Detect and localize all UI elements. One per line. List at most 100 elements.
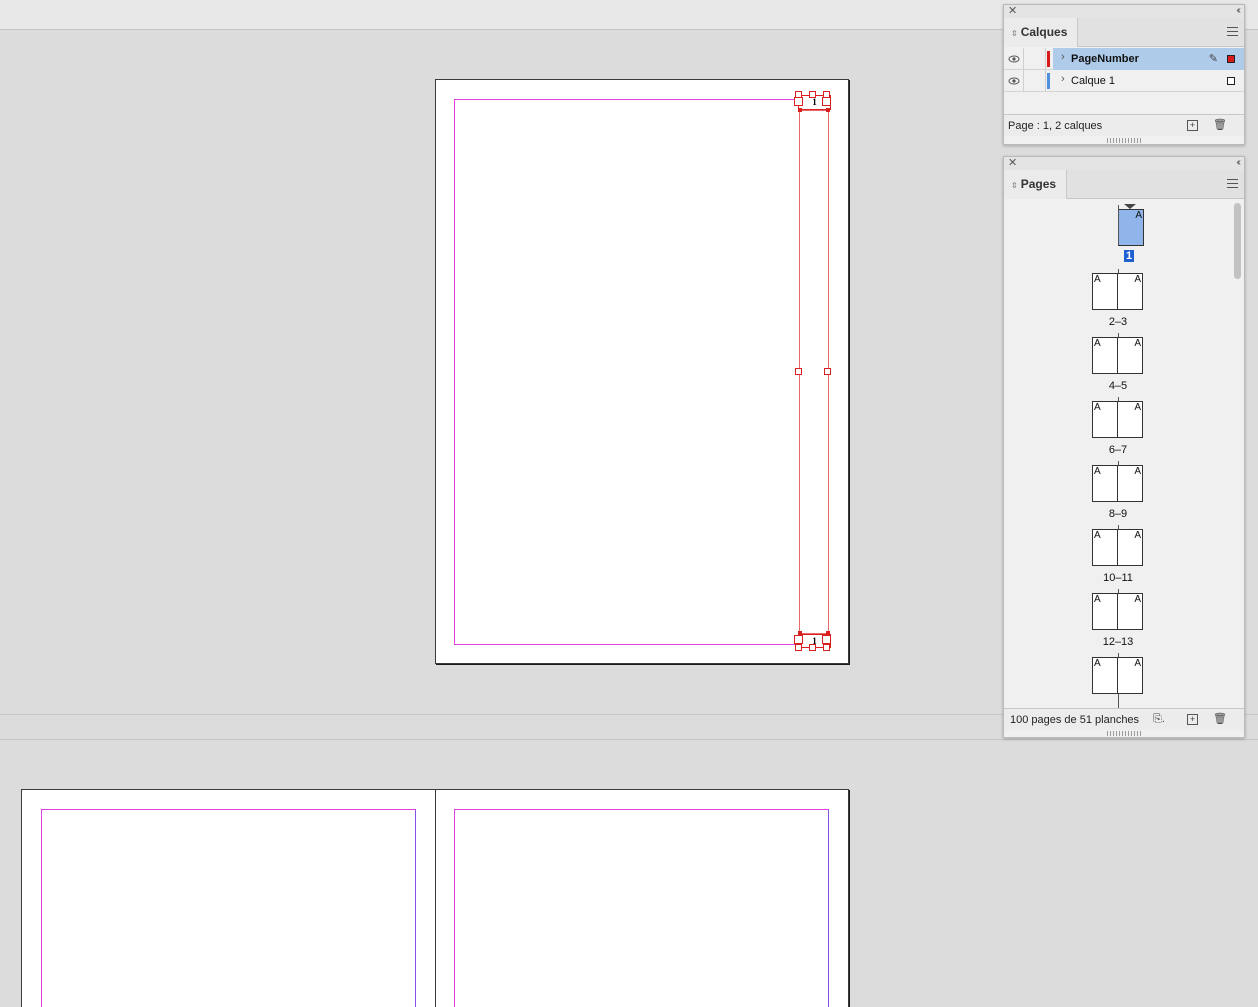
margin-guides xyxy=(454,99,829,645)
master-letter: A xyxy=(1134,274,1141,285)
tab-pages[interactable]: ⇳ Pages xyxy=(1004,170,1068,199)
master-letter: A xyxy=(1094,338,1101,349)
selection-square-icon[interactable] xyxy=(1227,77,1235,85)
page-thumbnail-1[interactable]: A xyxy=(1118,209,1144,246)
master-letter: A xyxy=(1094,594,1101,605)
page-label[interactable]: 2–3 xyxy=(1088,316,1148,328)
handle-b-mid-right[interactable] xyxy=(822,635,831,644)
spread-thumbnail-6-7[interactable]: A A xyxy=(1092,401,1143,438)
layer-row-calque1[interactable]: › Calque 1 xyxy=(1004,70,1244,92)
new-page-icon[interactable]: + xyxy=(1187,714,1198,725)
pages-list[interactable]: A 1 A A 2–3 A A 4–5 A A 6–7 A A 8–9 A A … xyxy=(1004,199,1244,708)
eye-icon[interactable] xyxy=(1004,48,1024,70)
spine xyxy=(1117,466,1118,501)
tab-calques-label: Calques xyxy=(1020,25,1068,39)
panel-menu-icon[interactable] xyxy=(1227,27,1238,37)
master-letter: A xyxy=(1135,210,1142,221)
spine xyxy=(1117,530,1118,565)
new-layer-icon[interactable]: + xyxy=(1187,120,1198,131)
resize-grip[interactable] xyxy=(1107,731,1141,736)
master-letter: A xyxy=(1094,658,1101,669)
document-page-2[interactable] xyxy=(21,789,436,1007)
layer-name: Calque 1 xyxy=(1071,75,1116,87)
spread-thumbnail-4-5[interactable]: A A xyxy=(1092,337,1143,374)
spine xyxy=(1117,274,1118,309)
handle-top-center[interactable] xyxy=(809,91,816,98)
spine xyxy=(1117,658,1118,693)
collapse-icon[interactable]: ‹‹ xyxy=(1236,157,1240,169)
master-letter: A xyxy=(1094,466,1101,477)
handle-bottom-right[interactable] xyxy=(826,108,830,112)
frame-handle-middle-right[interactable] xyxy=(824,368,831,375)
panel-titlebar: ✕ ‹‹ xyxy=(1004,157,1244,170)
panel-titlebar: ✕ ‹‹ xyxy=(1004,5,1244,18)
master-letter: A xyxy=(1134,658,1141,669)
spread-thumbnail-14-15[interactable]: A A xyxy=(1092,657,1143,694)
updown-icon: ⇳ xyxy=(1011,29,1018,38)
scroll-thumb[interactable] xyxy=(1234,203,1241,279)
frame-handle-middle-left[interactable] xyxy=(795,368,802,375)
spread-thumbnail-10-11[interactable]: A A xyxy=(1092,529,1143,566)
tab-calques[interactable]: ⇳ Calques xyxy=(1004,18,1079,47)
layer-main[interactable]: › Calque 1 xyxy=(1053,70,1244,92)
scrollbar[interactable] xyxy=(1232,201,1242,706)
page-label[interactable]: 10–11 xyxy=(1088,572,1148,584)
handle-b-bottom-center[interactable] xyxy=(809,644,816,651)
pen-icon: ✎ xyxy=(1208,53,1218,65)
panel-tab-row: ⇳ Pages xyxy=(1004,170,1244,199)
eye-icon[interactable] xyxy=(1004,70,1024,92)
edit-page-size-icon[interactable]: ⎘. xyxy=(1150,714,1168,725)
layer-color-swatch xyxy=(1047,73,1050,89)
page-label[interactable]: 6–7 xyxy=(1088,444,1148,456)
chevron-right-icon[interactable]: › xyxy=(1061,73,1065,85)
handle-b-bottom-left[interactable] xyxy=(795,644,802,651)
panel-tab-row: ⇳ Calques xyxy=(1004,18,1244,47)
spread-spine xyxy=(1118,205,1119,245)
document-page-1[interactable]: 1 1 xyxy=(435,79,849,664)
spread-thumbnail-12-13[interactable]: A A xyxy=(1092,593,1143,630)
lock-toggle[interactable] xyxy=(1024,70,1046,92)
master-letter: A xyxy=(1134,466,1141,477)
master-letter: A xyxy=(1134,530,1141,541)
layers-status-text: Page : 1, 2 calques xyxy=(1008,120,1103,132)
layers-footer: Page : 1, 2 calques + 🗑 xyxy=(1004,114,1244,136)
handle-bottom-left[interactable] xyxy=(798,108,802,112)
spread-thumbnail-2-3[interactable]: A A xyxy=(1092,273,1143,310)
trash-icon[interactable]: 🗑 xyxy=(1213,714,1227,725)
page-label[interactable]: 1 xyxy=(1099,250,1159,262)
spine xyxy=(1117,402,1118,437)
panel-menu-icon[interactable] xyxy=(1227,179,1238,189)
handle-mid-left[interactable] xyxy=(794,97,803,106)
collapse-icon[interactable]: ‹‹ xyxy=(1236,5,1240,17)
document-page-3[interactable] xyxy=(435,789,849,1007)
close-icon[interactable]: ✕ xyxy=(1008,5,1017,17)
page-label[interactable]: 8–9 xyxy=(1088,508,1148,520)
spine xyxy=(1117,338,1118,373)
selection-square-icon[interactable] xyxy=(1227,55,1235,63)
layer-name: PageNumber xyxy=(1071,53,1139,65)
master-letter: A xyxy=(1134,338,1141,349)
resize-grip[interactable] xyxy=(1107,138,1141,143)
lock-toggle[interactable] xyxy=(1024,48,1046,70)
layer-row-pagenumber[interactable]: › PageNumber ✎ xyxy=(1004,48,1244,70)
master-letter: A xyxy=(1134,594,1141,605)
page-label[interactable]: 4–5 xyxy=(1088,380,1148,392)
spread-spine xyxy=(1118,694,1119,708)
trash-icon[interactable]: 🗑 xyxy=(1213,120,1227,131)
spread-thumbnail-8-9[interactable]: A A xyxy=(1092,465,1143,502)
updown-icon: ⇳ xyxy=(1011,181,1018,190)
handle-mid-right[interactable] xyxy=(822,97,831,106)
pages-status-text: 100 pages de 51 planches xyxy=(1010,714,1140,726)
close-icon[interactable]: ✕ xyxy=(1008,157,1017,169)
master-letter: A xyxy=(1134,402,1141,413)
layer-color-swatch xyxy=(1047,51,1050,67)
master-letter: A xyxy=(1094,274,1101,285)
handle-b-bottom-right[interactable] xyxy=(823,644,830,651)
handle-b-mid-left[interactable] xyxy=(794,635,803,644)
master-letter: A xyxy=(1094,530,1101,541)
pages-panel: ✕ ‹‹ ⇳ Pages A 1 A A 2–3 A A 4–5 A A 6–7… xyxy=(1003,156,1245,738)
page-label[interactable]: 12–13 xyxy=(1088,636,1148,648)
chevron-right-icon[interactable]: › xyxy=(1061,51,1065,63)
master-letter: A xyxy=(1094,402,1101,413)
layer-main[interactable]: › PageNumber ✎ xyxy=(1053,48,1244,70)
